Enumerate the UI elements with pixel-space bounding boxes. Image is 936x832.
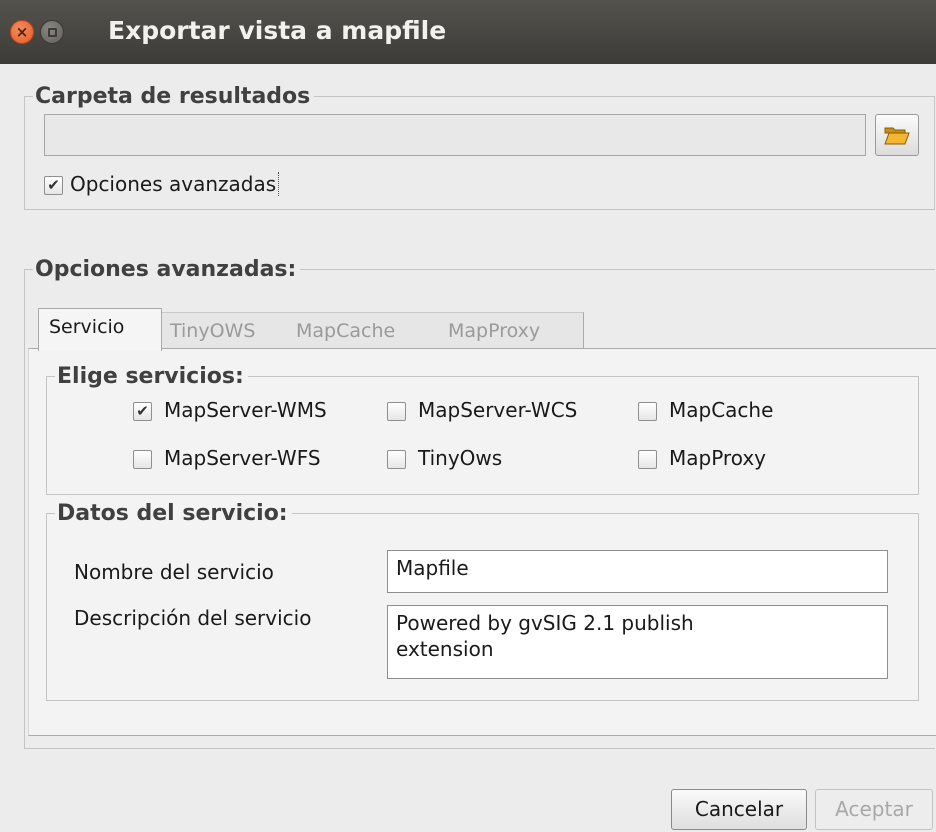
service-description-textarea[interactable]: Powered by gvSIG 2.1 publish extension [387,605,888,679]
choose-services-legend: Elige servicios: [57,364,244,389]
tab-mapproxy[interactable]: MapProxy [438,312,584,350]
close-icon: × [15,22,29,41]
service-name-input[interactable]: Mapfile [387,550,888,593]
mapserver-wms-label: MapServer-WMS [164,398,327,422]
service-description-label: Descripción del servicio [74,606,312,630]
tinyows-checkbox[interactable] [387,450,406,469]
mapserver-wcs-checkbox[interactable] [387,402,406,421]
tab-servicio[interactable]: Servicio [38,308,162,351]
service-name-label: Nombre del servicio [74,560,274,584]
advanced-options-legend: Opciones avanzadas: [35,257,297,282]
service-data-legend: Datos del servicio: [57,501,288,526]
tab-mapcache[interactable]: MapCache [286,312,440,350]
mapserver-wms-checkbox[interactable]: ✔ [133,402,152,421]
tinyows-label: TinyOws [418,446,503,470]
mapserver-wfs-checkbox[interactable] [133,450,152,469]
cancel-button[interactable]: Cancelar [671,789,807,830]
mapcache-checkbox[interactable] [638,402,657,421]
minimize-icon [47,27,57,37]
close-button[interactable]: × [10,20,34,44]
folder-icon [884,127,910,145]
window-title: Exportar vista a mapfile [108,16,447,45]
mapproxy-label: MapProxy [669,446,766,470]
choose-services-group: Elige servicios: [46,364,919,495]
checkmark-icon: ✔ [47,176,60,194]
mapcache-label: MapCache [669,398,774,422]
advanced-options-label: Opciones avanzadas [70,172,280,196]
minimize-button[interactable] [40,20,64,44]
tab-strip: Servicio TinyOWS MapCache MapProxy [28,306,936,351]
mapserver-wfs-label: MapServer-WFS [164,446,321,470]
output-folder-input[interactable] [44,114,866,156]
tab-tinyows[interactable]: TinyOWS [160,312,288,350]
mapproxy-checkbox[interactable] [638,450,657,469]
results-folder-legend: Carpeta de resultados [35,84,311,109]
title-bar: × Exportar vista a mapfile [0,0,936,64]
advanced-options-checkbox[interactable]: ✔ [44,176,63,195]
browse-folder-button[interactable] [875,114,919,156]
accept-button[interactable]: Aceptar [815,789,933,830]
mapserver-wcs-label: MapServer-WCS [418,398,578,422]
checkmark-icon: ✔ [136,402,149,420]
